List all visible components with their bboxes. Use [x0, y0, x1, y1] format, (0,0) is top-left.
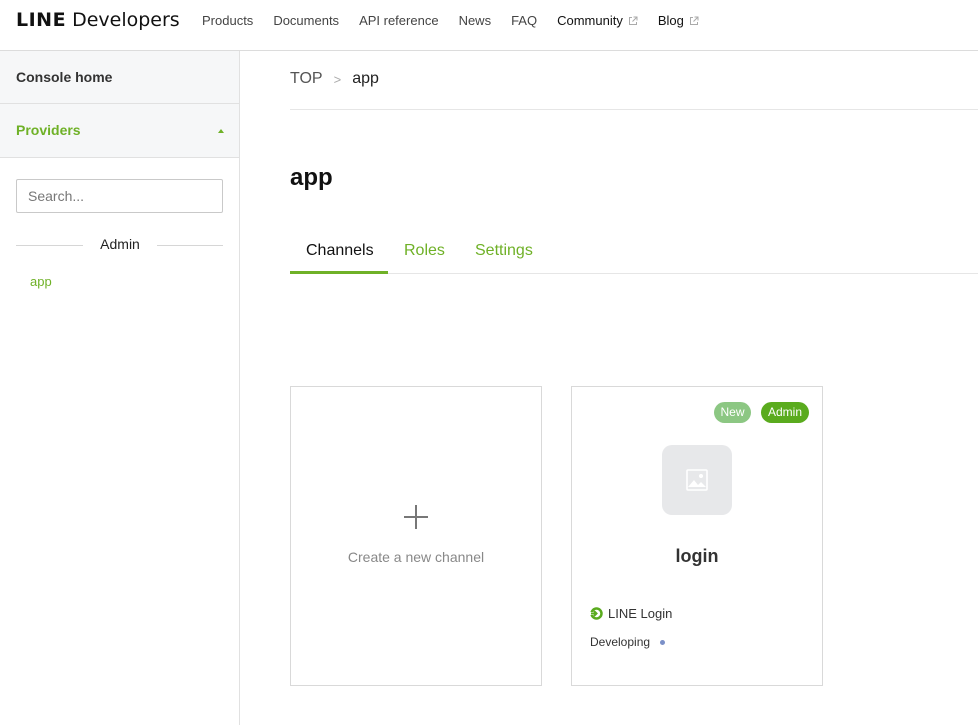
external-link-icon	[628, 16, 638, 25]
provider-group-label: Admin	[100, 236, 140, 252]
page-title: app	[290, 164, 333, 191]
plus-icon	[404, 505, 428, 529]
nav-community-label: Community	[557, 13, 623, 28]
sidebar-console-home[interactable]: Console home	[0, 51, 239, 104]
caret-up-icon	[218, 129, 224, 133]
sidebar-provider-app[interactable]: app	[30, 274, 52, 289]
channel-card[interactable]: New Admin login LINE Login Developing	[571, 386, 823, 686]
line-login-icon	[590, 607, 603, 620]
admin-badge: Admin	[761, 402, 809, 423]
channel-name: login	[675, 546, 719, 566]
breadcrumb: TOP > app	[290, 70, 379, 88]
tab-channels[interactable]: Channels	[306, 242, 374, 260]
channel-status-label: Developing	[590, 635, 651, 649]
channel-thumbnail	[662, 445, 732, 515]
breadcrumb-divider	[290, 109, 978, 110]
tab-settings[interactable]: Settings	[475, 242, 533, 260]
nav-blog[interactable]: Blog	[658, 13, 699, 28]
external-link-icon	[689, 16, 699, 25]
sidebar-providers-toggle[interactable]: Providers	[0, 104, 239, 158]
active-tab-indicator	[290, 271, 388, 274]
nav-api-reference[interactable]: API reference	[359, 13, 439, 28]
chevron-right-icon: >	[333, 71, 342, 87]
image-placeholder-icon	[686, 469, 708, 491]
console-home-label: Console home	[16, 69, 113, 85]
group-divider-left	[16, 245, 83, 246]
channel-status: Developing	[590, 635, 666, 649]
channel-type: LINE Login	[590, 606, 672, 621]
line-developers-logo[interactable]: LINE Developers	[16, 9, 180, 31]
create-channel-card[interactable]: Create a new channel	[290, 386, 542, 686]
nav-faq[interactable]: FAQ	[511, 13, 537, 28]
logo-line-text: LINE	[16, 9, 67, 31]
new-badge: New	[714, 402, 751, 423]
breadcrumb-current: app	[352, 70, 379, 87]
status-dot	[660, 639, 666, 645]
top-nav: Products Documents API reference News FA…	[202, 13, 719, 28]
providers-label: Providers	[16, 122, 81, 138]
nav-community[interactable]: Community	[557, 13, 638, 28]
create-channel-label: Create a new channel	[347, 549, 485, 565]
nav-documents[interactable]: Documents	[273, 13, 339, 28]
logo-developers-text: Developers	[72, 9, 180, 31]
group-divider-right	[157, 245, 223, 246]
nav-products[interactable]: Products	[202, 13, 253, 28]
provider-search-input[interactable]	[16, 179, 223, 213]
channel-type-label: LINE Login	[608, 606, 673, 621]
top-header: LINE Developers Products Documents API re…	[0, 0, 978, 51]
nav-news[interactable]: News	[459, 13, 492, 28]
tab-bar: Channels Roles Settings	[290, 234, 978, 274]
tab-roles[interactable]: Roles	[404, 242, 445, 260]
nav-blog-label: Blog	[657, 13, 684, 28]
breadcrumb-top[interactable]: TOP	[290, 70, 323, 88]
sidebar: Console home Providers Admin app	[0, 51, 240, 725]
